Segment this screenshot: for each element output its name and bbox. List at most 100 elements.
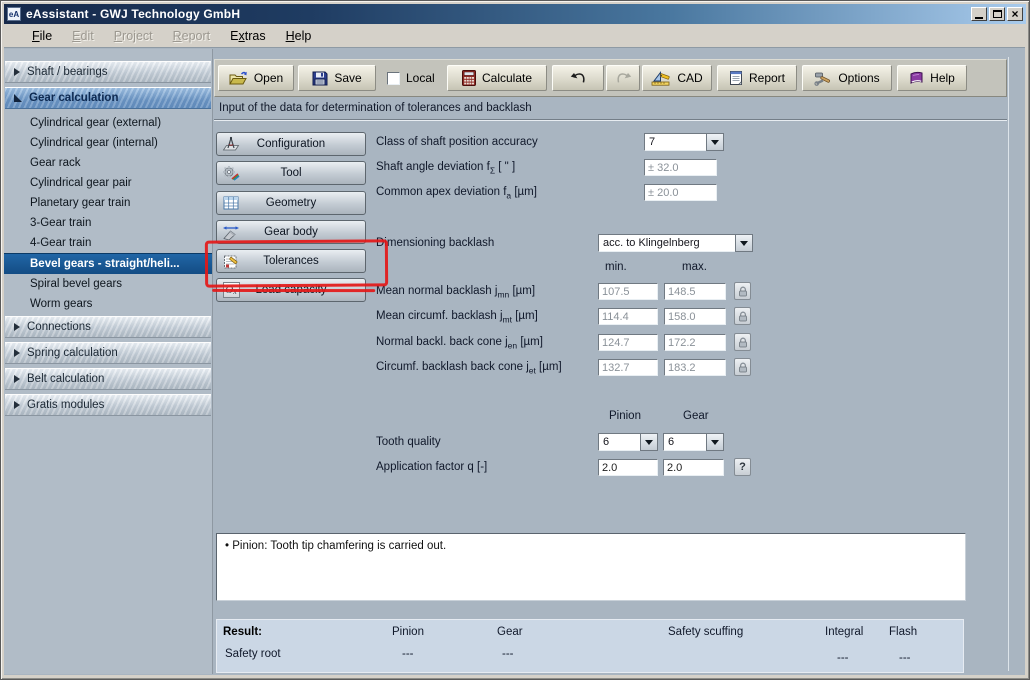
redo-button[interactable] bbox=[606, 65, 640, 91]
circumf-backlash-back-cone-min-field[interactable] bbox=[598, 359, 658, 376]
application-factor-help-button[interactable]: ? bbox=[734, 458, 751, 476]
lock-icon bbox=[738, 286, 748, 297]
options-button[interactable]: Options bbox=[802, 65, 892, 91]
lock-button[interactable] bbox=[734, 333, 751, 351]
sidebar-section-spring-calculation[interactable]: Spring calculation bbox=[5, 342, 211, 364]
gear-body-button[interactable]: Gear body bbox=[216, 220, 366, 244]
save-floppy-icon bbox=[312, 71, 328, 86]
accuracy-select[interactable]: 7 bbox=[644, 133, 724, 151]
result-col-safety-scuffing: Safety scuffing bbox=[668, 626, 743, 638]
result-value-pinion: --- bbox=[402, 648, 414, 660]
calculate-button[interactable]: Calculate bbox=[447, 65, 547, 91]
shaft-angle-field[interactable] bbox=[644, 159, 717, 176]
application-factor-label: Application factor q [-] bbox=[376, 461, 487, 473]
normal-backlash-back-cone-min-field[interactable] bbox=[598, 334, 658, 351]
mean-normal-backlash-max-field[interactable] bbox=[664, 283, 726, 300]
sidebar: Shaft / bearings Gear calculation Cylind… bbox=[4, 49, 213, 674]
apex-deviation-field[interactable] bbox=[644, 184, 717, 201]
sidebar-section-shaft-bearings[interactable]: Shaft / bearings bbox=[5, 61, 211, 83]
gear-column-header: Gear bbox=[683, 410, 709, 422]
sidebar-item-cylindrical-gear-pair[interactable]: Cylindrical gear pair bbox=[4, 173, 212, 193]
lock-button[interactable] bbox=[734, 358, 751, 376]
app-area: Shaft / bearings Gear calculation Cylind… bbox=[4, 47, 1025, 675]
menu-help[interactable]: Help bbox=[276, 27, 322, 45]
result-value-flash: --- bbox=[899, 652, 911, 664]
chevron-right-icon bbox=[14, 349, 20, 357]
lock-button[interactable] bbox=[734, 282, 751, 300]
load-capacity-button[interactable]: Ox Load capacity bbox=[216, 278, 366, 302]
mean-normal-backlash-min-field[interactable] bbox=[598, 283, 658, 300]
app-window: eA eAssistant - GWJ Technology GmbH × Fi… bbox=[0, 0, 1030, 680]
sidebar-item-spiral-bevel-gears[interactable]: Spiral bevel gears bbox=[4, 274, 212, 294]
dimensioning-backlash-label: Dimensioning backlash bbox=[376, 237, 494, 249]
calculator-icon bbox=[462, 70, 476, 86]
maximize-button[interactable] bbox=[989, 7, 1005, 21]
result-col-integral: Integral bbox=[825, 626, 863, 638]
app-logo-icon: eA bbox=[7, 7, 21, 21]
minimize-icon bbox=[975, 17, 983, 19]
shaft-angle-label: Shaft angle deviation fΣ [ " ] bbox=[376, 161, 515, 175]
tooth-quality-gear-select[interactable]: 6 bbox=[663, 433, 724, 451]
chevron-down-icon[interactable] bbox=[735, 234, 753, 252]
sidebar-item-planetary-gear-train[interactable]: Planetary gear train bbox=[4, 193, 212, 213]
tooth-quality-gear-value: 6 bbox=[663, 433, 706, 451]
sidebar-section-gear-calculation[interactable]: Gear calculation bbox=[5, 87, 211, 109]
menu-file[interactable]: File bbox=[22, 27, 62, 45]
circumf-backlash-back-cone-max-field[interactable] bbox=[664, 359, 726, 376]
tool-button[interactable]: Tool bbox=[216, 161, 366, 185]
sidebar-item-gear-rack[interactable]: Gear rack bbox=[4, 153, 212, 173]
tolerances-button[interactable]: Tolerances bbox=[216, 249, 366, 273]
cad-button[interactable]: CAD bbox=[642, 65, 712, 91]
sidebar-item-worm-gears[interactable]: Worm gears bbox=[4, 294, 212, 314]
chevron-right-icon bbox=[14, 401, 20, 409]
sidebar-item-4-gear-train[interactable]: 4-Gear train bbox=[4, 233, 212, 253]
options-tools-icon bbox=[814, 71, 832, 86]
sidebar-item-bevel-gears[interactable]: Bevel gears - straight/heli... bbox=[4, 253, 212, 274]
close-button[interactable]: × bbox=[1007, 7, 1023, 21]
mean-circumf-backlash-label: Mean circumf. backlash jmt [µm] bbox=[376, 310, 538, 324]
result-value-integral: --- bbox=[837, 652, 849, 664]
open-button[interactable]: Open bbox=[218, 65, 294, 91]
sidebar-item-3-gear-train[interactable]: 3-Gear train bbox=[4, 213, 212, 233]
dimensioning-backlash-select[interactable]: acc. to Klingelnberg bbox=[598, 234, 753, 252]
apex-deviation-label: Common apex deviation fa [µm] bbox=[376, 186, 537, 200]
open-folder-icon bbox=[229, 71, 248, 86]
help-button[interactable]: Help bbox=[897, 65, 967, 91]
info-message-box: • Pinion: Tooth tip chamfering is carrie… bbox=[216, 533, 966, 601]
mean-circumf-backlash-max-field[interactable] bbox=[664, 308, 726, 325]
application-factor-gear-field[interactable] bbox=[663, 459, 724, 476]
question-mark-icon: ? bbox=[739, 461, 746, 473]
sidebar-item-cylindrical-gear-internal[interactable]: Cylindrical gear (internal) bbox=[4, 133, 212, 153]
normal-backlash-back-cone-max-field[interactable] bbox=[664, 334, 726, 351]
chevron-down-icon[interactable] bbox=[706, 133, 724, 151]
geometry-button[interactable]: Geometry bbox=[216, 191, 366, 215]
close-icon: × bbox=[1011, 8, 1018, 20]
lock-button[interactable] bbox=[734, 307, 751, 325]
result-panel: Result: Pinion Gear Safety scuffing Inte… bbox=[216, 619, 964, 673]
mean-circumf-backlash-min-field[interactable] bbox=[598, 308, 658, 325]
sidebar-section-connections[interactable]: Connections bbox=[5, 316, 211, 338]
result-row-safety-root: Safety root bbox=[225, 648, 281, 660]
sidebar-section-belt-calculation[interactable]: Belt calculation bbox=[5, 368, 211, 390]
tooth-quality-pinion-value: 6 bbox=[598, 433, 640, 451]
local-checkbox[interactable] bbox=[387, 72, 400, 85]
report-notepad-icon bbox=[729, 70, 743, 86]
report-button[interactable]: Report bbox=[717, 65, 797, 91]
chevron-right-icon bbox=[14, 68, 20, 76]
application-factor-pinion-field[interactable] bbox=[598, 459, 658, 476]
save-button[interactable]: Save bbox=[298, 65, 376, 91]
tool-icon bbox=[221, 164, 241, 182]
geometry-icon bbox=[221, 194, 241, 212]
sidebar-item-cylindrical-gear-external[interactable]: Cylindrical gear (external) bbox=[4, 113, 212, 133]
undo-button[interactable] bbox=[552, 65, 604, 91]
chevron-down-icon[interactable] bbox=[640, 433, 658, 451]
cad-ruler-icon bbox=[651, 71, 671, 86]
tooth-quality-pinion-select[interactable]: 6 bbox=[598, 433, 658, 451]
mean-normal-backlash-label: Mean normal backlash jmn [µm] bbox=[376, 285, 535, 299]
sidebar-section-gratis-modules[interactable]: Gratis modules bbox=[5, 394, 211, 416]
max-column-header: max. bbox=[682, 261, 707, 273]
configuration-button[interactable]: Configuration bbox=[216, 132, 366, 156]
chevron-down-icon[interactable] bbox=[706, 433, 724, 451]
menu-extras[interactable]: Extras bbox=[220, 27, 275, 45]
minimize-button[interactable] bbox=[971, 7, 987, 21]
